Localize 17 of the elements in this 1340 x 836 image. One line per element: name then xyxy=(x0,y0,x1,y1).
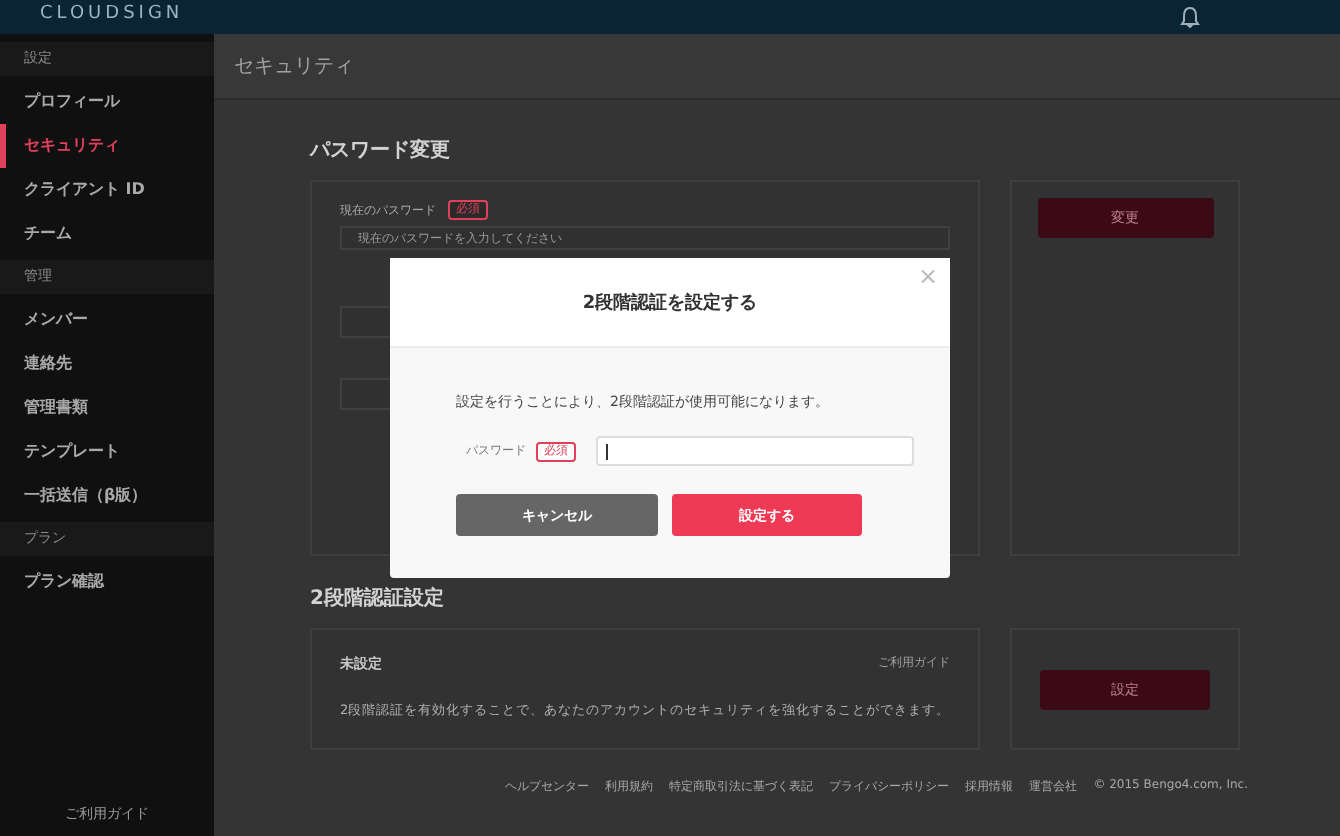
sidebar-item[interactable]: クライアント ID xyxy=(0,168,214,212)
section-title: 2段階認証設定 xyxy=(310,588,446,612)
bell-icon[interactable] xyxy=(1180,6,1200,28)
section-title: パスワード変更 xyxy=(310,140,452,164)
sidebar-item[interactable]: プラン確認 xyxy=(0,560,214,604)
sidebar-item[interactable]: 一括送信（β版） xyxy=(0,474,214,518)
sidebar-item[interactable]: チーム xyxy=(0,212,214,256)
modal-title: 2段階認証を設定する xyxy=(582,290,758,315)
password-field[interactable] xyxy=(596,436,914,466)
sidebar-item[interactable]: テンプレート xyxy=(0,430,214,474)
page-title: セキュリティ xyxy=(214,34,1340,100)
sidebar-item[interactable]: 管理書類 xyxy=(0,386,214,430)
sidebar-item[interactable]: 連絡先 xyxy=(0,342,214,386)
sidebar-item[interactable]: セキュリティ xyxy=(0,124,214,168)
sidebar-item[interactable]: メンバー xyxy=(0,298,214,342)
logo[interactable]: CLOUDSIGN xyxy=(40,4,184,24)
sidebar-item[interactable]: プロフィール xyxy=(0,80,214,124)
